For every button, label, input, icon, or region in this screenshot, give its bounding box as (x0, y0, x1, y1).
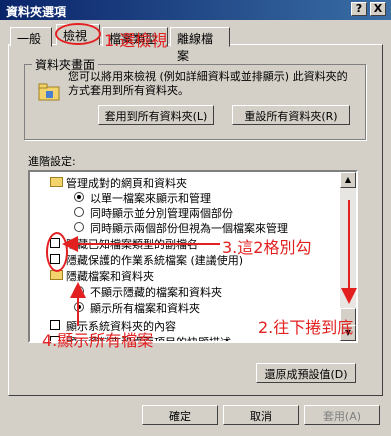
annotation-step1: 1.選檢視 (104, 31, 168, 50)
settings-row-label: 隱藏保護的作業系統檔案 (建議使用) (66, 254, 244, 267)
settings-row-label: 同時顯示並分別管理兩個部份 (90, 207, 233, 220)
cancel-button[interactable]: 取消 (223, 405, 299, 425)
view-tab-highlight-ellipse (55, 23, 101, 45)
close-button[interactable]: X (370, 2, 386, 16)
folder-icon (50, 177, 63, 187)
tab-offline-files[interactable]: 離線檔案 (170, 27, 230, 63)
settings-row-label: 隱藏檔案和資料夾 (66, 270, 154, 283)
radio-button[interactable] (74, 192, 84, 202)
apply-button[interactable]: 套用(A) (304, 405, 380, 425)
advanced-settings-label: 進階設定: (28, 155, 76, 168)
window-title: 資料夾選項 (6, 5, 67, 19)
ok-button[interactable]: 確定 (142, 405, 218, 425)
settings-row-label: 隱藏已知檔案類型的副檔名 (66, 238, 198, 251)
settings-row-label: 管理成對的網頁和資料夾 (66, 177, 187, 190)
settings-row-label: 以單一檔案來顯示和管理 (90, 192, 211, 205)
settings-row-label: 不顯示隱藏的檔案和資料夾 (90, 286, 222, 299)
folder-view-description: 您可以將用來檢視 (例如詳細資料或並排顯示) 此資料夾的方式套用到所有資料夾。 (68, 70, 348, 97)
radio-button[interactable] (74, 222, 84, 232)
checkbox-highlight-ellipse (46, 232, 68, 272)
settings-row-label: 顯示所有檔案和資料夾 (90, 302, 200, 315)
folder-view-icon (38, 82, 62, 102)
reset-all-folders-button[interactable]: 重設所有資料夾(R) (232, 105, 350, 125)
radio-button[interactable] (74, 286, 84, 296)
scroll-up-arrow-icon[interactable]: ▲ (340, 172, 356, 188)
radio-button[interactable] (74, 207, 84, 217)
restore-defaults-button[interactable]: 還原成預設值(D) (256, 363, 356, 383)
title-bar: 資料夾選項 (0, 0, 391, 20)
tab-general[interactable]: 一般 (10, 27, 52, 47)
annotation-step3: 3.這2格別勾 (222, 238, 312, 257)
apply-to-all-folders-button[interactable]: 套用到所有資料夾(L) (98, 105, 214, 125)
scroll-track[interactable] (340, 188, 356, 310)
radio-button[interactable] (74, 302, 84, 312)
help-button[interactable]: ? (351, 2, 367, 16)
annotation-step2: 2.往下捲到底 (258, 318, 354, 337)
annotation-step4: 4.顯示所有檔案 (42, 331, 154, 350)
